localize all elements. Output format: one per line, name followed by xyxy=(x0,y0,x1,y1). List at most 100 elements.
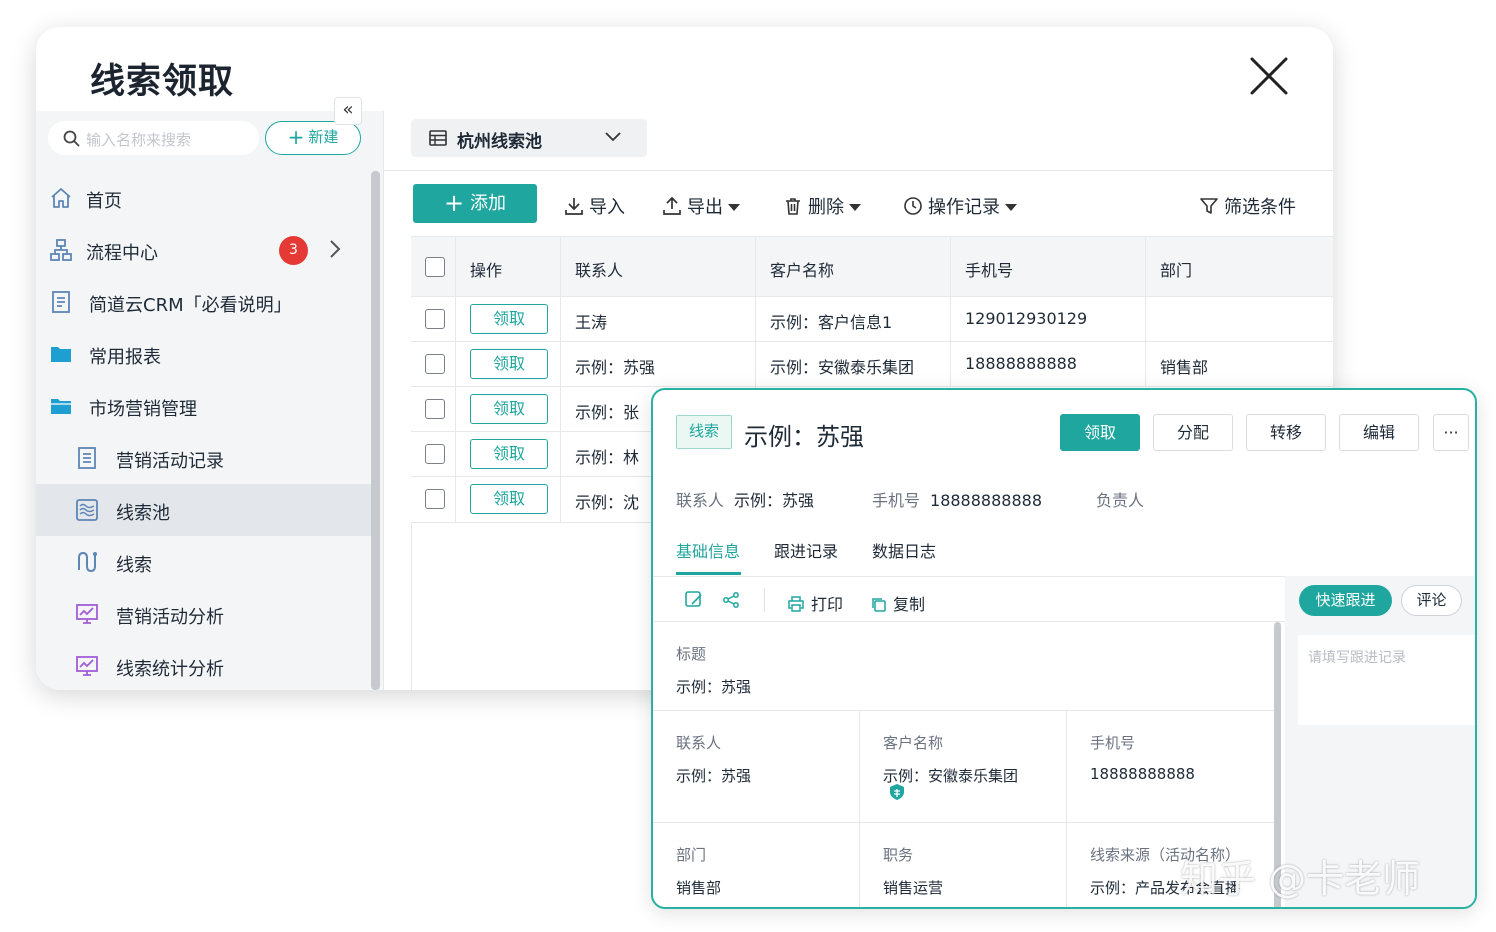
print-button[interactable]: 打印 xyxy=(787,591,843,615)
copy-label: 复制 xyxy=(893,595,926,614)
comment-button[interactable]: 评论 xyxy=(1401,585,1462,616)
sidebar-item-home[interactable]: 首页 xyxy=(36,172,371,224)
caret-down-icon xyxy=(1005,204,1017,211)
follow-up-input[interactable]: 请填写跟进记录 xyxy=(1298,635,1475,725)
sidebar-item-label: 首页 xyxy=(86,191,122,212)
quick-follow-button[interactable]: 快速跟进 xyxy=(1299,585,1392,616)
select-all-checkbox[interactable] xyxy=(425,257,445,277)
row-checkbox[interactable] xyxy=(425,399,445,419)
table-row[interactable]: 领取 王涛 示例：客户信息1 129012930129 xyxy=(411,297,1333,342)
column-header-label: 客户名称 xyxy=(770,261,835,280)
header-checkbox-cell xyxy=(411,237,456,296)
delete-button[interactable]: 删除 xyxy=(783,193,861,219)
claim-button[interactable]: 领取 xyxy=(470,484,548,514)
sidebar-item-reports[interactable]: 常用报表 xyxy=(36,328,371,380)
caret-down-icon xyxy=(728,204,740,211)
note-edit-icon[interactable] xyxy=(684,590,704,610)
tab-data-log[interactable]: 数据日志 xyxy=(872,538,936,562)
import-label: 导入 xyxy=(589,197,625,218)
double-chevron-left-icon: « xyxy=(342,99,354,120)
import-button[interactable]: 导入 xyxy=(564,193,625,219)
row-checkbox[interactable] xyxy=(425,444,445,464)
transfer-button[interactable]: 转移 xyxy=(1246,414,1326,451)
printer-icon xyxy=(788,596,804,612)
active-tab-indicator xyxy=(676,572,741,575)
claim-button[interactable]: 领取 xyxy=(470,394,548,424)
chevron-right-icon[interactable] xyxy=(329,238,341,260)
contact-value: 示例：沈 xyxy=(575,493,640,512)
search-placeholder: 输入名称来搜索 xyxy=(86,131,192,149)
column-header: 操作 xyxy=(456,237,561,296)
field-label: 标题 xyxy=(676,645,707,663)
row-action-cell: 领取 xyxy=(456,432,561,476)
phone-value: 129012930129 xyxy=(965,309,1088,328)
dept-cell xyxy=(1146,297,1333,341)
claim-button[interactable]: 领取 xyxy=(470,349,548,379)
document-icon xyxy=(52,291,70,313)
filter-button[interactable]: 筛选条件 xyxy=(1199,193,1296,219)
collapse-sidebar-button[interactable]: « xyxy=(334,97,362,125)
print-label: 打印 xyxy=(811,595,844,614)
chart-icon xyxy=(76,656,98,676)
meta-phone: 手机号 18888888888 xyxy=(872,487,1042,511)
column-header: 部门 xyxy=(1146,237,1333,296)
history-button[interactable]: 操作记录 xyxy=(903,193,1017,219)
claim-button[interactable]: 领取 xyxy=(470,304,548,334)
edit-button[interactable]: 编辑 xyxy=(1339,414,1419,451)
lead-detail-panel: 线索 示例：苏强 领取 分配 转移 编辑 ··· 联系人 示例：苏强 手机号 188… xyxy=(651,388,1477,909)
export-button[interactable]: 导出 xyxy=(662,193,740,219)
contact-value: 王涛 xyxy=(575,313,608,332)
toolbar-divider xyxy=(764,588,765,612)
table-border xyxy=(411,523,412,690)
sidebar-item-label: 线索统计分析 xyxy=(116,659,224,680)
row-checkbox[interactable] xyxy=(425,309,445,329)
meta-phone-label: 手机号 xyxy=(872,491,921,510)
more-button[interactable]: ··· xyxy=(1433,414,1469,451)
divider xyxy=(653,822,1274,823)
copy-button[interactable]: 复制 xyxy=(871,591,925,615)
field-label: 手机号 xyxy=(1090,734,1136,752)
sidebar-scrollbar[interactable] xyxy=(371,171,380,690)
row-action-cell: 领取 xyxy=(456,342,561,386)
search-input[interactable]: 输入名称来搜索 xyxy=(48,121,259,155)
contact-value: 示例：张 xyxy=(575,403,640,422)
sidebar-item-campaign-analysis[interactable]: 营销活动分析 xyxy=(36,588,371,640)
sidebar-item-label: 线索 xyxy=(116,555,152,576)
dept-cell: 销售部 xyxy=(1146,342,1333,386)
assign-button[interactable]: 分配 xyxy=(1153,414,1233,451)
close-icon[interactable] xyxy=(1248,55,1290,97)
customer-value: 示例：安徽泰乐集团 xyxy=(770,358,915,377)
contact-cell: 示例：苏强 xyxy=(561,342,756,386)
sidebar-item-campaign-records[interactable]: 营销活动记录 xyxy=(36,432,371,484)
sidebar-item-label: 营销活动分析 xyxy=(116,607,224,628)
row-checkbox[interactable] xyxy=(425,354,445,374)
sidebar-item-lead-pool[interactable]: 线索池 xyxy=(36,484,371,536)
sidebar-item-flow-center[interactable]: 流程中心 3 xyxy=(36,224,371,276)
column-header-label: 部门 xyxy=(1160,261,1193,280)
delete-label: 删除 xyxy=(808,197,844,218)
sidebar-item-leads[interactable]: 线索 xyxy=(36,536,371,588)
claim-button[interactable]: 领取 xyxy=(1060,414,1140,451)
window-title: 线索领取 xyxy=(90,62,235,102)
add-button-label: 添加 xyxy=(470,193,507,214)
field-value: 示例：苏强 xyxy=(676,767,752,785)
claim-button[interactable]: 领取 xyxy=(470,439,548,469)
sidebar-item-crm-readme[interactable]: 简道云CRM「必看说明」 xyxy=(36,276,371,328)
pool-selector[interactable]: 杭州线索池 xyxy=(411,119,647,157)
contact-cell: 王涛 xyxy=(561,297,756,341)
field-phone: 手机号 18888888888 xyxy=(1090,732,1195,783)
sidebar-item-label: 流程中心 xyxy=(86,243,158,264)
share-icon[interactable] xyxy=(722,591,740,609)
contact-value: 示例：林 xyxy=(575,448,640,467)
add-button[interactable]: + 添加 xyxy=(413,184,537,223)
table-row[interactable]: 领取 示例：苏强 示例：安徽泰乐集团 18888888888 销售部 xyxy=(411,342,1333,387)
sidebar-item-lead-statistics[interactable]: 线索统计分析 xyxy=(36,640,371,690)
sidebar-item-marketing[interactable]: 市场营销管理 xyxy=(36,380,371,432)
tab-follow-up[interactable]: 跟进记录 xyxy=(774,538,838,562)
import-icon xyxy=(565,198,583,215)
divider xyxy=(1066,710,1067,907)
tab-basic-info[interactable]: 基础信息 xyxy=(676,538,740,562)
new-button[interactable]: + 新建 xyxy=(265,121,361,155)
phone-value: 18888888888 xyxy=(965,354,1077,373)
row-checkbox[interactable] xyxy=(425,489,445,509)
